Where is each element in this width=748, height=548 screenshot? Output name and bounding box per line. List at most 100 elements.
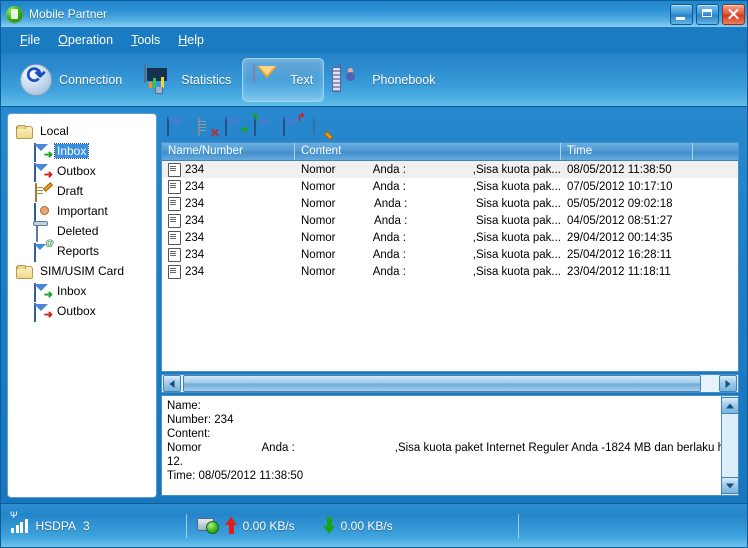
tab-connection[interactable]: Connection <box>9 58 133 102</box>
tree-node-deleted[interactable]: Deleted <box>8 221 156 242</box>
tab-connection-label: Connection <box>59 72 123 87</box>
title-bar: Mobile Partner <box>1 1 747 27</box>
cell-number: 234 <box>185 197 205 210</box>
forward-message-icon[interactable]: ↱ <box>283 112 306 136</box>
tab-statistics[interactable]: Statistics <box>133 58 242 102</box>
minimize-button[interactable] <box>670 4 693 25</box>
mobile-partner-window: Mobile Partner File Operation Tools Help… <box>0 0 748 548</box>
cell-content-a: Nomor <box>301 248 336 261</box>
tree-label: Draft <box>57 184 84 198</box>
new-message-icon[interactable] <box>167 116 187 136</box>
signal-bars-icon <box>10 511 28 533</box>
cell-content-a: Nomor <box>301 197 336 210</box>
upload-arrow-icon <box>224 517 238 534</box>
close-button[interactable] <box>722 4 745 25</box>
upload-speed-label: 0.00 KB/s <box>242 518 295 533</box>
cell-time: 23/04/2012 11:18:11 <box>567 265 671 278</box>
maximize-button[interactable] <box>696 4 719 25</box>
tree-node-local[interactable]: Local <box>8 121 156 141</box>
cell-content-a: Nomor <box>301 180 336 193</box>
message-list-header: Name/Number Content Time <box>162 143 738 161</box>
table-row[interactable]: 234 Nomor Anda : ,Sisa kuota pak... 29/04/… <box>162 229 738 246</box>
cell-content-a: Nomor <box>301 163 336 176</box>
search-icon[interactable] <box>312 116 332 136</box>
cell-time: 25/04/2012 16:28:11 <box>567 248 672 261</box>
cell-time: 07/05/2012 10:17:10 <box>567 180 673 193</box>
table-row[interactable]: 234 Nomor Anda : Sisa kuota pak... 04/05/2… <box>162 212 738 229</box>
table-row[interactable]: 234 Nomor Anda : ,Sisa kuota pak... 07/05/… <box>162 178 738 195</box>
column-header-time[interactable]: Time <box>561 143 693 160</box>
menu-item-file[interactable]: File <box>11 31 49 49</box>
column-header-name-number[interactable]: Name/Number <box>162 143 295 160</box>
tree-node-sim-card[interactable]: SIM/USIM Card <box>8 261 156 281</box>
folder-icon <box>16 124 33 139</box>
sms-icon <box>168 230 181 245</box>
message-detail-text: Name: Number: 234 Content: Nomor Anda : ,S… <box>162 396 721 495</box>
menu-item-operation[interactable]: Operation <box>49 31 122 49</box>
menu-bar: File Operation Tools Help <box>1 27 747 53</box>
cell-content-c: ,Sisa kuota pak... <box>472 231 561 244</box>
column-header-extra[interactable] <box>693 143 738 160</box>
table-row[interactable]: 234 Nomor Anda : Sisa kuota pak... 05/05/2… <box>162 195 738 212</box>
detail-vscrollbar[interactable] <box>721 396 739 495</box>
folder-tree-panel: Local ➜ Inbox ➜ Outbox Draft Important D… <box>7 113 157 498</box>
message-list[interactable]: Name/Number Content Time 234 Nomor Anda :… <box>161 142 739 372</box>
window-title: Mobile Partner <box>29 7 108 21</box>
sms-icon <box>168 196 181 211</box>
column-header-content[interactable]: Content <box>295 143 561 160</box>
table-row[interactable]: 234 Nomor Anda : ,Sisa kuota pak... 08/05/… <box>162 161 738 178</box>
app-icon <box>6 5 23 23</box>
sms-icon <box>168 213 181 228</box>
cell-content-b: Anda : <box>374 214 408 227</box>
scroll-up-button[interactable] <box>721 397 739 414</box>
cell-content-c: ,Sisa kuota pak... <box>472 265 561 278</box>
maximize-icon <box>702 9 712 17</box>
tree-node-reports[interactable]: Reports <box>8 241 156 262</box>
detail-body-text: ,Sisa kuota paket Internet Reguler Anda … <box>394 442 721 454</box>
menu-label-operation-rest: peration <box>67 33 114 47</box>
tree-node-local-outbox[interactable]: ➜ Outbox <box>8 161 156 182</box>
cell-time: 05/05/2012 09:02:18 <box>567 197 673 210</box>
reports-icon <box>34 243 50 262</box>
menu-label-help-rest: elp <box>187 33 204 47</box>
tree-node-important[interactable]: Important <box>8 201 156 222</box>
menu-item-tools[interactable]: Tools <box>122 31 169 49</box>
scroll-left-button[interactable] <box>163 375 181 392</box>
tree-label: Outbox <box>57 164 96 178</box>
message-list-hscrollbar[interactable] <box>161 374 739 393</box>
hscroll-thumb[interactable] <box>183 375 701 392</box>
status-separator-1 <box>185 513 187 538</box>
cell-content-c: Sisa kuota pak... <box>475 197 561 210</box>
detail-body-middle: Anda : <box>261 442 295 454</box>
download-speed-label: 0.00 KB/s <box>340 518 393 533</box>
status-separator-2 <box>517 513 519 538</box>
tree-node-sim-outbox[interactable]: ➜ Outbox <box>8 301 156 322</box>
tree-node-draft[interactable]: Draft <box>8 181 156 202</box>
tree-node-sim-inbox[interactable]: ➜ Inbox <box>8 281 156 302</box>
table-row[interactable]: 234 Nomor Anda : ,Sisa kuota pak... 25/04/… <box>162 246 738 263</box>
scroll-right-button[interactable] <box>719 375 737 392</box>
table-row[interactable]: 234 Nomor Anda : ,Sisa kuota pak... 23/04/… <box>162 263 738 280</box>
tree-label: Local <box>40 124 69 138</box>
draft-icon <box>34 183 50 202</box>
folder-icon <box>16 264 33 279</box>
reply-message-icon[interactable]: ↰ <box>251 112 274 136</box>
cell-content-b: Anda : <box>374 197 408 210</box>
cell-content-a: Nomor <box>301 265 336 278</box>
tree-label: Outbox <box>57 304 96 318</box>
network-type-label: HSDPA <box>35 518 76 533</box>
send-message-icon[interactable]: ➜ <box>225 116 249 136</box>
cell-content-c: ,Sisa kuota pak... <box>472 248 561 261</box>
tree-node-local-inbox[interactable]: ➜ Inbox <box>8 141 156 162</box>
outbox-icon: ➜ <box>34 303 53 322</box>
cell-content-a: Nomor <box>301 231 336 244</box>
delete-message-icon[interactable] <box>196 116 216 136</box>
scroll-down-button[interactable] <box>721 477 739 494</box>
network-number-label: 3 <box>82 518 90 533</box>
tab-phonebook[interactable]: Phonebook <box>324 58 446 102</box>
menu-item-help[interactable]: Help <box>169 31 213 49</box>
cell-content-c: ,Sisa kuota pak... <box>472 180 561 193</box>
tab-text[interactable]: Text <box>242 57 325 102</box>
tree-label: Reports <box>57 244 100 258</box>
sms-icon <box>168 179 181 194</box>
